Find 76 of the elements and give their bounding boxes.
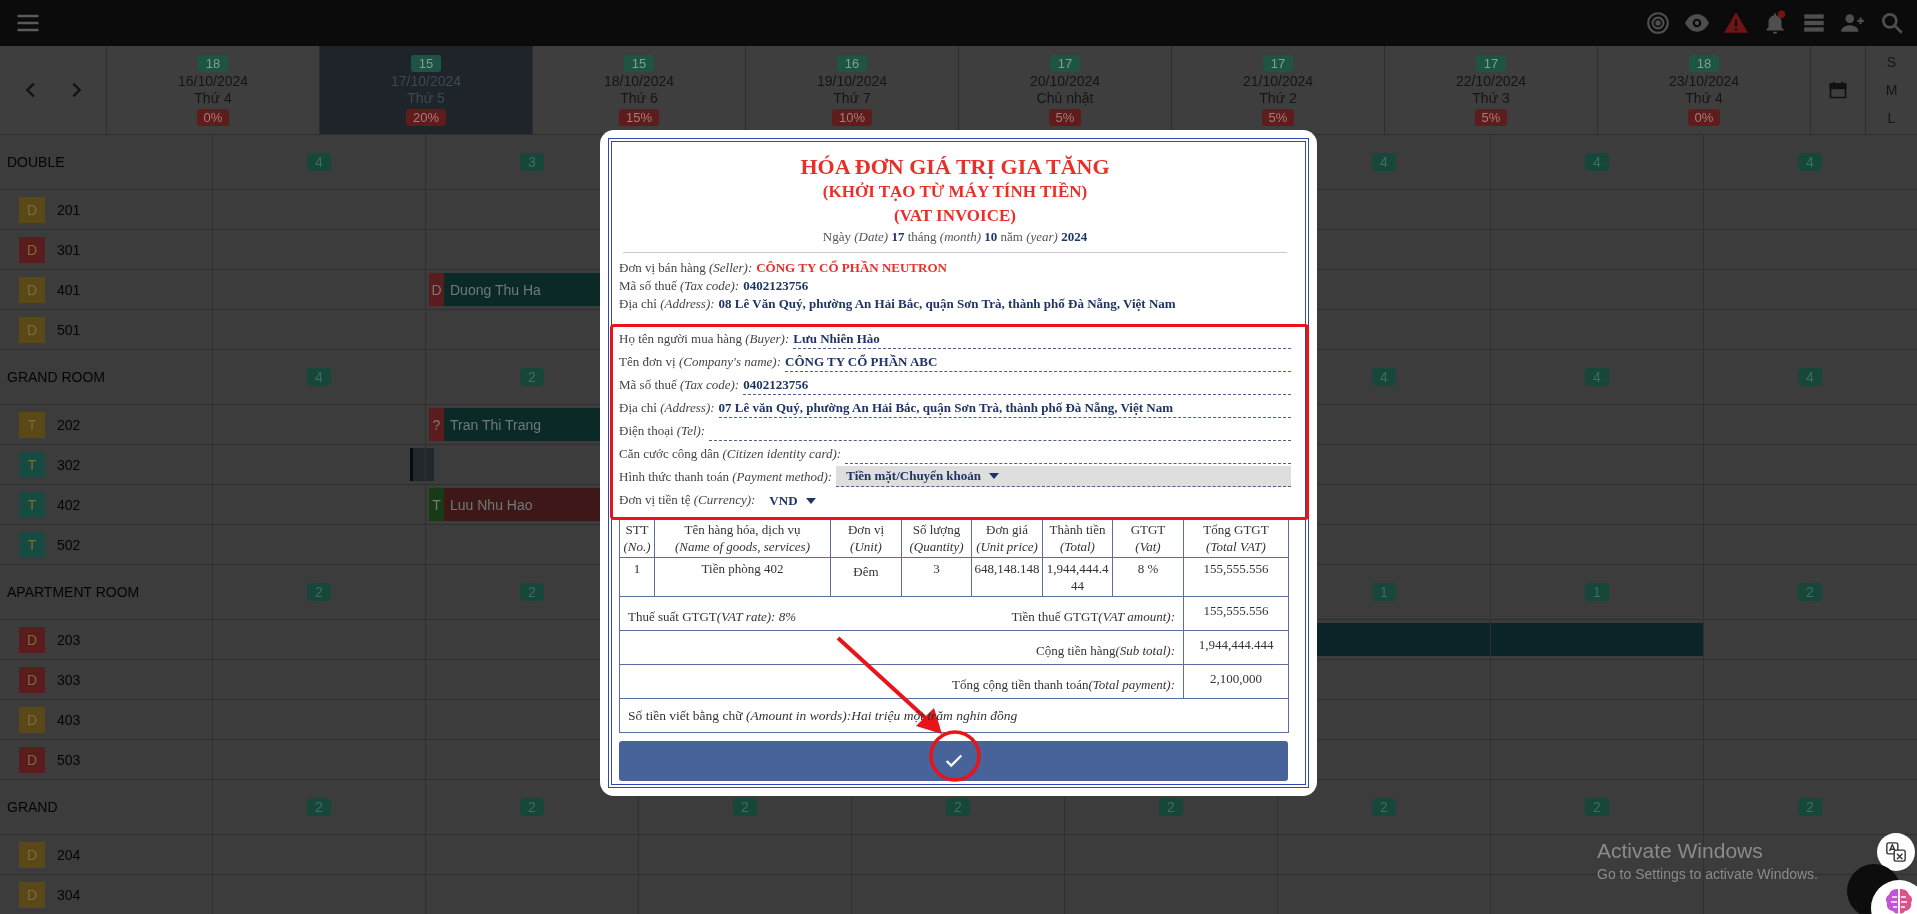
total-value: 2,100,000 xyxy=(1183,664,1289,699)
notice-text: Go to Settings to activate Windows. xyxy=(1597,865,1818,884)
total-label: Tổng cộng tiền thanh toán(Total payment): xyxy=(952,677,1175,692)
rate-badge: 5% xyxy=(1474,108,1508,126)
field-label: Đơn vị tiền tệ (Currency): xyxy=(619,492,756,509)
guest-name: Tran Thi Trang xyxy=(449,416,542,433)
rate-badge: 0% xyxy=(1687,108,1721,126)
room-type-tag: D xyxy=(19,236,45,263)
rate-badge: 20% xyxy=(406,108,446,126)
table-header-cell: Tên hàng hóa, dịch vụ (Name of goods, services) xyxy=(654,518,831,558)
table-cell: 8 % xyxy=(1112,557,1184,597)
total-label: Tiền thuế GTGT(VAT amount): xyxy=(1011,608,1175,625)
field-label: Tên đơn vị (Company's name): xyxy=(619,354,782,371)
total-label: Cộng tiền hàng(Sub total): xyxy=(1036,643,1175,658)
field-value: 0402123756 xyxy=(743,277,809,295)
room-type-tag: D xyxy=(19,666,45,693)
group-name: DOUBLE xyxy=(7,154,65,170)
field-value: 08 Lê Văn Quý, phường An Hải Bắc, quận Sơn Trà, thành phố Đà Nẵng, Việt Nam xyxy=(718,295,1176,313)
booking-tag: D xyxy=(429,273,444,306)
field-label: Địa chỉ (Address): xyxy=(619,400,715,417)
room-type-tag: D xyxy=(19,626,45,653)
invoice-title: HÓA ĐƠN GIÁ TRỊ GIA TĂNG xyxy=(799,154,1111,180)
notice-title: Activate Windows xyxy=(1597,838,1764,864)
table-header-cell: Số lượng (Quantity) xyxy=(901,518,972,558)
table-cell: 648,148.148 xyxy=(971,557,1043,597)
field-value: CÔNG TY CỔ PHẦN NEUTRON xyxy=(756,259,947,277)
room-type-tag: T xyxy=(19,531,45,558)
count-badge: 17 xyxy=(1475,54,1507,72)
field-label: Mã số thuế (Tax code): xyxy=(619,377,740,394)
room-type-tag: T xyxy=(19,491,45,518)
count-badge: 15 xyxy=(410,54,442,72)
table-cell: 1 xyxy=(619,557,655,597)
group-name: APARTMENT ROOM xyxy=(7,584,140,600)
rate-badge: 15% xyxy=(619,108,659,126)
field-label: Mã số thuế (Tax code): xyxy=(619,277,740,295)
booking-tag: ? xyxy=(429,408,444,441)
room-type-tag: D xyxy=(19,746,45,773)
field-label: Họ tên người mua hàng (Buyer): xyxy=(619,331,790,348)
field-label: Điện thoại (Tel): xyxy=(619,423,706,440)
count-badge: 17 xyxy=(1049,54,1081,72)
table-cell: Đêm xyxy=(830,557,902,597)
field-label: Đơn vị bán hàng (Seller): xyxy=(619,259,753,277)
invoice-date: Ngày (Date) 17 tháng (month) 10 năm (year) 2024 xyxy=(821,228,1089,246)
total-value: 155,555.556 xyxy=(1183,596,1289,631)
rate-badge: 5% xyxy=(1261,108,1295,126)
table-header-cell: Đơn vị (Unit) xyxy=(830,518,902,558)
field-label: Hình thức thanh toán (Payment method): xyxy=(619,469,833,486)
group-name: GRAND xyxy=(7,799,58,815)
booking-tag: T xyxy=(429,488,444,521)
rate-badge: 0% xyxy=(196,108,230,126)
count-badge: 18 xyxy=(1688,54,1720,72)
table-header-cell: Tổng GTGT (Total VAT) xyxy=(1183,518,1289,558)
invoice-subtitle: (VAT INVOICE) xyxy=(893,205,1017,227)
invoice-subtitle: (KHỞI TẠO TỪ MÁY TÍNH TIỀN) xyxy=(821,181,1089,203)
table-header-cell: STT (No.) xyxy=(619,518,655,558)
rate-badge: 10% xyxy=(832,108,872,126)
table-header-cell: GTGT (Vat) xyxy=(1112,518,1184,558)
table-cell: Tiền phòng 402 xyxy=(654,557,831,597)
count-badge: 15 xyxy=(623,54,655,72)
group-name: GRAND ROOM xyxy=(7,369,105,385)
guest-name: Duong Thu Ha xyxy=(449,281,541,298)
vat-rate-text: Thuế suất GTGT(VAT rate): 8% xyxy=(628,608,796,625)
table-cell: 1,944,444.444 xyxy=(1042,557,1113,597)
table-cell: 155,555.556 xyxy=(1183,557,1289,597)
count-badge: 17 xyxy=(1262,54,1294,72)
guest-name: Luu Nhu Hao xyxy=(449,496,533,513)
total-value: 1,944,444.444 xyxy=(1183,630,1289,665)
count-badge: 16 xyxy=(836,54,868,72)
table-header-cell: Thành tiền (Total) xyxy=(1042,518,1113,558)
room-type-tag: T xyxy=(19,451,45,478)
count-badge: 18 xyxy=(197,54,229,72)
field-label: Địa chỉ (Address): xyxy=(619,295,715,313)
table-header-cell: Đơn giá (Unit price) xyxy=(971,518,1043,558)
table-cell: 3 xyxy=(901,557,972,597)
field-label: Căn cước công dân (Citizen identity card): xyxy=(619,446,842,463)
rate-badge: 5% xyxy=(1048,108,1082,126)
